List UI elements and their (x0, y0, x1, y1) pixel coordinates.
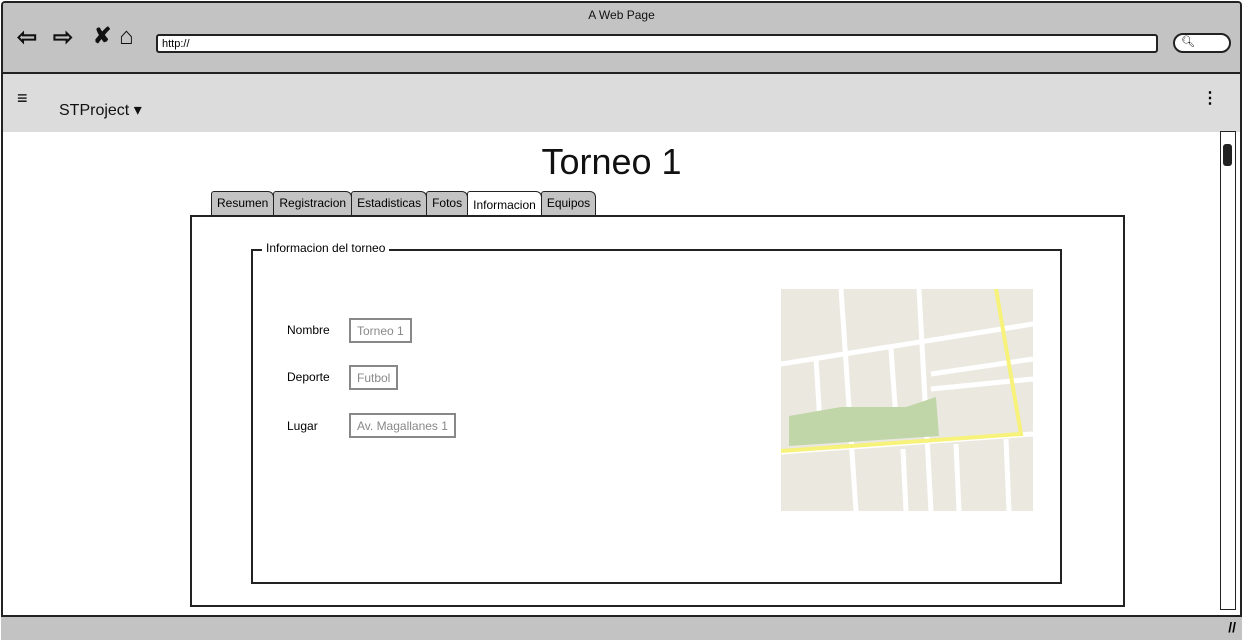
tab-resumen[interactable]: Resumen (211, 191, 275, 215)
tab-bar: Resumen Registracion Estadisticas Fotos … (211, 191, 597, 217)
browser-chrome: A Web Page ⇦ ⇨ ✘ ⌂ http:// 🔍︎ (3, 3, 1240, 74)
status-bar: // (1, 615, 1242, 640)
lugar-input[interactable]: Av. Magallanes 1 (349, 413, 456, 438)
menu-icon[interactable]: ≡ (17, 88, 28, 109)
deporte-label: Deporte (287, 370, 330, 384)
tab-informacion[interactable]: Informacion (467, 191, 542, 217)
project-dropdown[interactable]: STProject ▾ (59, 100, 142, 120)
tab-registracion[interactable]: Registracion (273, 191, 353, 215)
search-icon[interactable]: 🔍︎ (1173, 33, 1231, 53)
nombre-input[interactable]: Torneo 1 (349, 318, 412, 343)
chevron-down-icon: ▾ (133, 102, 142, 119)
project-name: STProject (59, 102, 130, 119)
home-icon[interactable]: ⌂ (119, 23, 134, 51)
forward-icon[interactable]: ⇨ (53, 23, 73, 52)
url-input[interactable]: http:// (156, 34, 1158, 53)
page-title: Torneo 1 (541, 141, 682, 182)
back-icon[interactable]: ⇦ (17, 23, 37, 52)
map[interactable] (781, 289, 1033, 511)
window-title: A Web Page (588, 8, 655, 22)
vertical-scrollbar[interactable] (1220, 131, 1236, 610)
deporte-input[interactable]: Futbol (349, 365, 399, 390)
tab-equipos[interactable]: Equipos (540, 191, 597, 215)
tab-fotos[interactable]: Fotos (426, 191, 469, 215)
fieldset-legend: Informacion del torneo (262, 241, 390, 255)
scrollbar-thumb[interactable] (1223, 144, 1232, 166)
lugar-label: Lugar (287, 419, 318, 433)
stop-icon[interactable]: ✘ (93, 23, 111, 49)
app-bar: ≡ STProject ▾ ⋮ (3, 74, 1240, 132)
nombre-label: Nombre (287, 323, 330, 337)
more-icon[interactable]: ⋮ (1202, 88, 1218, 108)
resize-grip-icon[interactable]: // (1228, 619, 1236, 635)
tab-estadisticas[interactable]: Estadisticas (351, 191, 428, 215)
